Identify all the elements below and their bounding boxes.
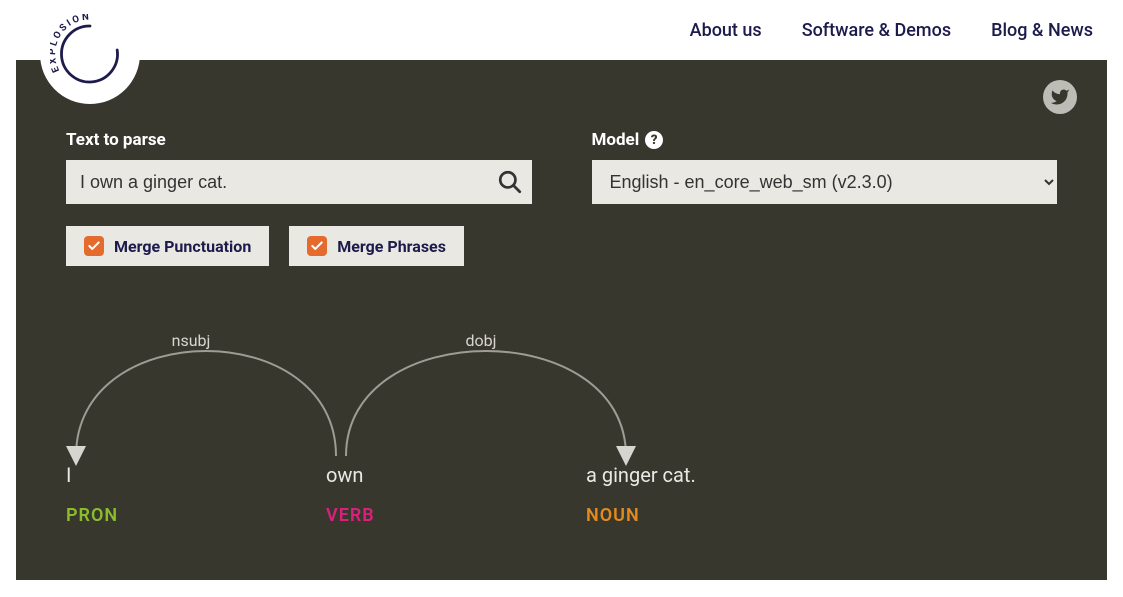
token-pos: NOUN	[586, 505, 640, 526]
token-pos: VERB	[326, 505, 375, 526]
merge-punctuation-checkbox[interactable]: Merge Punctuation	[66, 226, 269, 266]
nav-about[interactable]: About us	[690, 20, 762, 41]
checkbox-label: Merge Phrases	[337, 237, 446, 256]
submit-button[interactable]	[494, 166, 526, 198]
logo[interactable]: EXPLOSION	[40, 4, 140, 104]
dependency-arcs: nsubj dobj	[66, 306, 766, 466]
dependency-visualization: nsubj dobj I PRON own VERB a ginger cat.…	[66, 306, 1057, 536]
text-input[interactable]	[66, 160, 532, 204]
search-icon	[497, 169, 523, 195]
token-text: own	[326, 463, 363, 487]
tokens-row: I PRON own VERB a ginger cat. NOUN	[66, 463, 786, 526]
twitter-share-button[interactable]	[1043, 80, 1077, 114]
checkbox-icon	[84, 236, 104, 256]
explosion-logo-icon: EXPLOSION	[50, 14, 130, 94]
text-column: Text to parse Merge Punctuation	[66, 130, 532, 266]
form-row: Text to parse Merge Punctuation	[66, 130, 1057, 266]
token-text: I	[66, 463, 71, 487]
token-pos: PRON	[66, 505, 118, 526]
checkbox-row: Merge Punctuation Merge Phrases	[66, 226, 532, 266]
model-column: Model ? English - en_core_web_sm (v2.3.0…	[592, 130, 1058, 266]
text-input-wrap	[66, 160, 532, 204]
svg-text:EXPLOSION: EXPLOSION	[50, 14, 92, 74]
help-icon[interactable]: ?	[645, 131, 663, 149]
model-label: Model ?	[592, 130, 1058, 150]
svg-text:nsubj: nsubj	[172, 331, 211, 350]
twitter-icon	[1050, 87, 1070, 107]
token-text: a ginger cat.	[586, 463, 696, 487]
main-nav: About us Software & Demos Blog & News	[690, 20, 1093, 41]
topbar: EXPLOSION About us Software & Demos Blog…	[0, 0, 1123, 60]
checkbox-icon	[307, 236, 327, 256]
checkbox-label: Merge Punctuation	[114, 237, 251, 256]
svg-text:dobj: dobj	[466, 331, 497, 350]
merge-phrases-checkbox[interactable]: Merge Phrases	[289, 226, 464, 266]
text-label: Text to parse	[66, 130, 532, 150]
model-select[interactable]: English - en_core_web_sm (v2.3.0)	[592, 160, 1058, 204]
main-panel: Text to parse Merge Punctuation	[16, 60, 1107, 580]
nav-blog[interactable]: Blog & News	[991, 20, 1093, 41]
nav-software[interactable]: Software & Demos	[802, 20, 951, 41]
token: a ginger cat. NOUN	[586, 463, 786, 526]
token: own VERB	[326, 463, 586, 526]
token: I PRON	[66, 463, 326, 526]
